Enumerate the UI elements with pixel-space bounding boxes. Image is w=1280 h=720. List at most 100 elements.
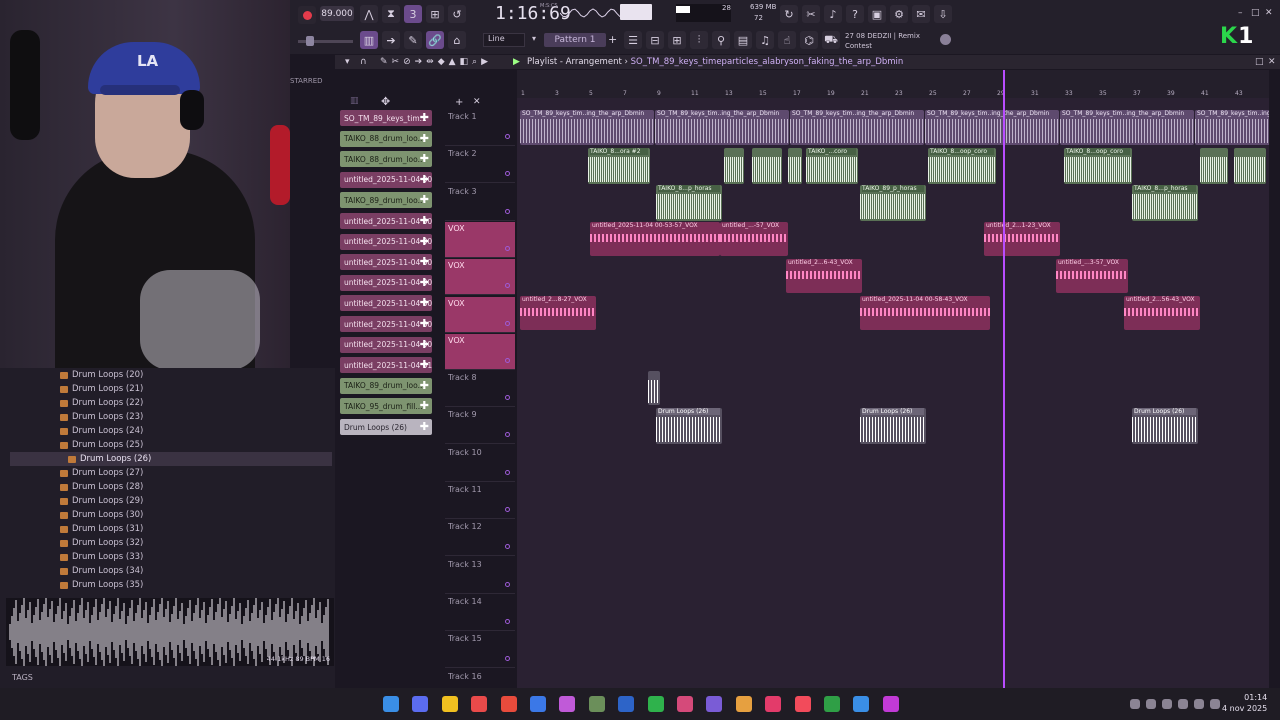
- arrangement-grid[interactable]: SO_TM_89_keys_tim..ing_the_arp_Dbmin SO_T…: [517, 98, 1269, 688]
- playlist-clip[interactable]: TAIKO_89_p_horas: [860, 185, 926, 221]
- playlist-clip[interactable]: SO_TM_89_keys_tim..ing_the_arp_Dbmin: [1060, 110, 1194, 145]
- track-enable-toggle[interactable]: [505, 283, 510, 289]
- add-clip-icon[interactable]: ✚: [420, 173, 429, 186]
- browser-item[interactable]: Drum Loops (31): [60, 522, 143, 536]
- track-enable-toggle[interactable]: [505, 432, 510, 438]
- remove-track-icon[interactable]: ✕: [473, 97, 481, 107]
- add-clip-icon[interactable]: ✚: [420, 132, 429, 145]
- playlist-clip[interactable]: untitled_2025-11-04 00-53-57_VOX: [590, 222, 720, 256]
- playlist-clip[interactable]: [1200, 148, 1228, 184]
- picker-clip[interactable]: TAIKO_88_drum_loo... ✚: [340, 130, 432, 147]
- record-button[interactable]: [298, 6, 316, 24]
- taskbar-app-icon[interactable]: [471, 696, 488, 712]
- tray-battery-icon[interactable]: [1210, 699, 1220, 709]
- browser-item[interactable]: Drum Loops (24): [60, 424, 143, 438]
- playlist-clip[interactable]: untitled_...-57_VOX: [720, 222, 788, 256]
- taskbar-app-icon[interactable]: [441, 696, 458, 712]
- tray-display-icon[interactable]: [1162, 699, 1172, 709]
- track-header[interactable]: Track 15: [445, 632, 515, 669]
- track-enable-toggle[interactable]: [505, 357, 510, 363]
- add-clip-icon[interactable]: ✚: [420, 317, 429, 330]
- picker-clip[interactable]: SO_TM_89_keys_tim... ✚: [340, 110, 432, 126]
- arrow-tool-button[interactable]: ➔: [382, 31, 400, 49]
- track-header[interactable]: Track 14: [445, 595, 515, 631]
- track-header[interactable]: VOX: [445, 259, 515, 296]
- track-enable-toggle[interactable]: [505, 618, 510, 624]
- browser-item[interactable]: Drum Loops (28): [60, 480, 143, 494]
- picker-clip[interactable]: untitled_2025-11-04 00-...✚: [340, 233, 432, 250]
- taskbar-app-icon[interactable]: [530, 696, 546, 712]
- playlist-maximize-icon[interactable]: □: [1255, 57, 1264, 67]
- track-enable-toggle[interactable]: [505, 544, 510, 550]
- playlist-menu-icon[interactable]: ▾: [345, 57, 350, 67]
- mic-button[interactable]: ♪: [824, 5, 842, 23]
- sample-preview[interactable]: 44.1kHz 89 BPM 16: [6, 596, 334, 668]
- picker-clip[interactable]: TAIKO_89_drum_loo... ✚: [340, 192, 432, 209]
- playlist-clip[interactable]: [724, 148, 744, 184]
- taskbar-app-icon[interactable]: [412, 696, 429, 712]
- add-clip-icon[interactable]: ✚: [420, 338, 429, 351]
- picker-clip[interactable]: untitled_2025-11-04 00-...✚: [340, 171, 432, 188]
- add-clip-icon[interactable]: ✚: [420, 152, 429, 165]
- snap-dropdown-icon[interactable]: ▾: [532, 34, 536, 43]
- stamp-tool-button[interactable]: ⌂: [448, 31, 466, 49]
- metronome-button[interactable]: ⋀: [360, 5, 378, 23]
- track-header[interactable]: Track 8: [445, 371, 515, 408]
- picker-clip[interactable]: TAIKO_88_drum_loo... ✚: [340, 151, 432, 168]
- browser-item[interactable]: Drum Loops (30): [60, 508, 143, 522]
- undo-history-button[interactable]: ↻: [780, 5, 798, 23]
- playlist-clip[interactable]: SO_TM_89_keys_tim..ing_the_arp_Dbmin: [520, 110, 654, 145]
- pencil-tool-button[interactable]: ✎: [404, 31, 422, 49]
- playlist-clip[interactable]: untitled_2...1-23_VOX: [984, 222, 1060, 256]
- playlist-clip[interactable]: untitled_2...56-43_VOX: [1124, 296, 1200, 330]
- playlist-clip[interactable]: SO_TM_89_keys_tim..ing_the_arp_Dbmin: [925, 110, 1059, 145]
- browser-item[interactable]: Drum Loops (29): [60, 494, 143, 508]
- snap-select[interactable]: Line: [483, 33, 525, 47]
- maximize-icon[interactable]: □: [1251, 8, 1260, 18]
- blend-notes-button[interactable]: ⊞: [426, 5, 444, 23]
- track-header[interactable]: VOX: [445, 333, 515, 370]
- playlist-clip[interactable]: untitled_...3-57_VOX: [1056, 259, 1128, 293]
- browser-item[interactable]: Drum Loops (33): [60, 550, 143, 564]
- taskbar-app-icon[interactable]: [706, 696, 723, 712]
- track-header[interactable]: Track 13: [445, 558, 515, 594]
- mixer-view-button[interactable]: ☰: [624, 31, 642, 49]
- add-clip-icon[interactable]: ✚: [420, 420, 429, 433]
- taskbar-app-icon[interactable]: [500, 696, 517, 712]
- picker-clip[interactable]: TAIKO_95_drum_fill... ✚: [340, 398, 432, 415]
- browser-item[interactable]: Drum Loops (22): [60, 396, 143, 410]
- playlist-view-button[interactable]: ▥: [360, 31, 378, 49]
- track-enable-toggle[interactable]: [505, 320, 510, 326]
- magnet-icon[interactable]: ∩: [360, 57, 367, 67]
- taskbar-app-icon[interactable]: [853, 696, 870, 712]
- track-header[interactable]: Track 3: [445, 185, 515, 221]
- picker-clip[interactable]: untitled_2025-11-04 00-...✚: [340, 274, 432, 291]
- playlist-clip[interactable]: TAIKO_8...oop_coro: [928, 148, 996, 184]
- track-enable-toggle[interactable]: [505, 656, 510, 662]
- track-header[interactable]: Track 9: [445, 408, 515, 445]
- track-header[interactable]: Track 12: [445, 520, 515, 557]
- tools-button[interactable]: ⌬: [800, 31, 818, 49]
- playlist-clip[interactable]: SO_TM_89_keys_tim..ing_the_arp_Dbmin: [1195, 110, 1269, 145]
- playlist-clip[interactable]: Drum Loops (26): [656, 408, 722, 444]
- track-enable-toggle[interactable]: [505, 134, 510, 139]
- piano-roll-button[interactable]: ⊞: [668, 31, 686, 49]
- taskbar-app-icon[interactable]: [824, 696, 840, 712]
- taskbar-app-icon[interactable]: [559, 696, 576, 712]
- track-enable-toggle[interactable]: [505, 469, 510, 475]
- playhead[interactable]: [1003, 70, 1005, 688]
- playlist-clip[interactable]: Drum Loops (26): [1132, 408, 1198, 444]
- playlist-clip[interactable]: TAIKO_...coro: [806, 148, 858, 184]
- track-header[interactable]: Track 2: [445, 147, 515, 184]
- taskbar-clock[interactable]: 01:14 4 nov 2025: [1222, 692, 1267, 714]
- pattern-selector[interactable]: Pattern 1: [544, 33, 606, 47]
- minimize-icon[interactable]: –: [1238, 8, 1243, 18]
- touch-button[interactable]: ☝: [778, 31, 796, 49]
- add-clip-icon[interactable]: ✚: [420, 235, 429, 248]
- add-clip-icon[interactable]: ✚: [420, 193, 429, 206]
- playlist-clip[interactable]: untitled_2025-11-04 00-58-43_VOX: [860, 296, 990, 330]
- playlist-clip[interactable]: [788, 148, 802, 184]
- add-pattern-icon[interactable]: +: [608, 33, 617, 46]
- playlist-clip[interactable]: TAIKO_8...ora #2: [588, 148, 650, 184]
- picker-clip[interactable]: untitled_2025-11-04 00-...✚: [340, 295, 432, 312]
